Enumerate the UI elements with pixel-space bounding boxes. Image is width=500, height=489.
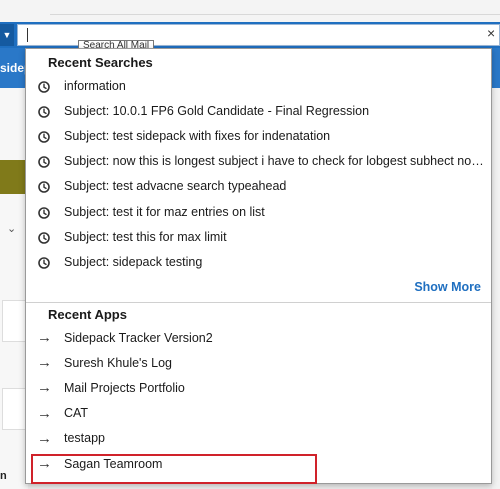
recent-apps-heading: Recent Apps — [48, 307, 127, 322]
recent-app-item[interactable]: → Mail Projects Portfolio — [26, 375, 491, 400]
recent-app-label: CAT — [64, 406, 89, 421]
recent-search-item[interactable]: information — [26, 73, 491, 98]
recent-app-item[interactable]: → testapp — [26, 426, 491, 451]
recent-search-item[interactable]: Subject: test sidepack with fixes for in… — [26, 123, 491, 148]
arrow-right-icon: → — [37, 429, 52, 447]
recent-search-label: Subject: test advacne search typeahead — [64, 179, 287, 194]
recent-app-item[interactable]: → CAT — [26, 401, 491, 426]
recent-search-label: information — [64, 78, 126, 93]
top-strip — [0, 0, 500, 22]
clock-icon — [38, 130, 50, 143]
arrow-right-icon: → — [37, 379, 52, 397]
section-divider — [26, 302, 491, 303]
text-caret — [27, 28, 28, 42]
recent-search-label: Subject: test it for maz entries on list — [64, 204, 265, 219]
recent-search-label: Subject: test sidepack with fixes for in… — [64, 128, 331, 143]
clock-icon — [38, 231, 50, 244]
close-icon[interactable]: × — [487, 25, 495, 41]
left-band — [0, 160, 28, 194]
recent-app-item[interactable]: → Sidepack Tracker Version2 — [26, 325, 491, 350]
clock-icon — [38, 80, 50, 93]
clock-icon — [38, 180, 50, 194]
recent-search-label: Subject: 10.0.1 FP6 Gold Candidate - Fin… — [64, 103, 370, 118]
chevron-down-icon[interactable]: ⌄ — [7, 222, 16, 235]
recent-app-label: testapp — [64, 431, 106, 446]
arrow-right-icon: → — [37, 354, 52, 372]
clock-icon — [38, 155, 50, 168]
highlight-box — [31, 454, 317, 484]
recent-search-item[interactable]: Subject: sidepack testing — [26, 249, 491, 274]
recent-search-label: Subject: test this for max limit — [64, 229, 227, 244]
right-panel — [492, 88, 500, 489]
left-bottom-label: n — [0, 470, 7, 482]
divider — [50, 14, 500, 15]
recent-searches-heading: Recent Searches — [48, 55, 153, 70]
arrow-right-icon: → — [37, 404, 52, 422]
scope-dropdown-button[interactable]: ▼ — [0, 24, 14, 46]
recent-app-label: Mail Projects Portfolio — [64, 380, 185, 395]
recent-search-label: Subject: now this is longest subject i h… — [64, 154, 489, 169]
recent-search-item[interactable]: Subject: test advacne search typeahead — [26, 174, 491, 199]
search-typeahead-dropdown: Recent Searches information Subject: 10.0… — [25, 48, 492, 484]
recent-app-label: Suresh Khule's Log — [64, 355, 173, 370]
recent-app-item[interactable]: → Suresh Khule's Log — [26, 350, 491, 375]
recent-search-item[interactable]: Subject: test it for maz entries on list — [26, 199, 491, 224]
recent-search-item[interactable]: Subject: now this is longest subject i h… — [26, 149, 491, 174]
clock-icon — [38, 206, 50, 219]
clock-icon — [38, 105, 50, 118]
recent-search-item[interactable]: Subject: 10.0.1 FP6 Gold Candidate - Fin… — [26, 98, 491, 123]
recent-search-item[interactable]: Subject: test this for max limit — [26, 224, 491, 249]
arrow-right-icon: → — [37, 329, 52, 346]
recent-app-label: Sidepack Tracker Version2 — [64, 330, 213, 345]
show-more-link[interactable]: Show More — [414, 280, 481, 294]
clock-icon — [38, 256, 50, 269]
recent-search-label: Subject: sidepack testing — [64, 254, 203, 269]
